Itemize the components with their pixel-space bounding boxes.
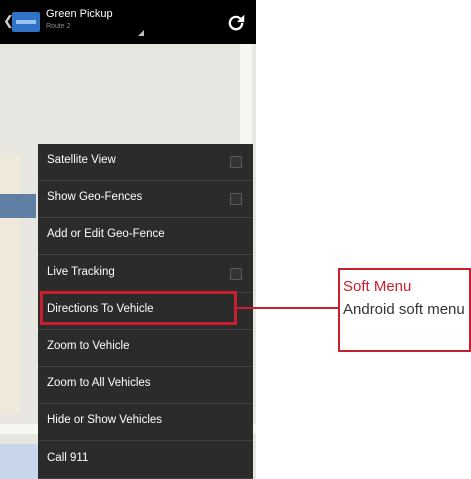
menu-item[interactable]: Satellite View — [38, 144, 253, 181]
menu-item[interactable]: Hide or Show Vehicles — [38, 404, 253, 442]
app-title[interactable]: Green Pickup — [46, 8, 113, 20]
map-marker — [0, 194, 36, 218]
refresh-icon[interactable] — [225, 12, 247, 34]
menu-item-label: Show Geo-Fences — [47, 191, 143, 204]
phone-screen: ❮ Green Pickup Route 2 Satellite View Sho… — [0, 0, 256, 479]
callout-box: Soft Menu Android soft menu — [338, 268, 471, 352]
menu-item-label: Live Tracking — [47, 265, 115, 278]
menu-item[interactable]: Zoom to All Vehicles — [38, 367, 253, 405]
spinner-triangle-icon[interactable] — [138, 30, 144, 36]
menu-item[interactable]: Call 911 — [38, 442, 253, 479]
map-block — [0, 154, 20, 414]
app-subtitle: Route 2 — [46, 23, 71, 30]
app-icon[interactable] — [12, 12, 40, 32]
menu-item[interactable]: Show Geo-Fences — [38, 181, 253, 219]
callout-title: Soft Menu — [343, 278, 412, 295]
menu-item-label: Hide or Show Vehicles — [47, 414, 163, 427]
menu-item-label: Add or Edit Geo-Fence — [47, 228, 165, 241]
map-water — [0, 444, 40, 479]
checkbox[interactable] — [230, 156, 242, 168]
callout-leader-line — [237, 307, 338, 309]
checkbox[interactable] — [230, 193, 242, 206]
chevron-left-icon[interactable]: ❮ — [3, 14, 14, 28]
menu-item[interactable]: Live Tracking — [38, 256, 253, 293]
menu-item-label: Zoom to Vehicle — [47, 340, 130, 352]
highlight-box — [40, 291, 237, 325]
menu-item[interactable]: Add or Edit Geo-Fence — [38, 218, 253, 256]
menu-item-label: Call 911 — [47, 451, 89, 464]
menu-item-label: Satellite View — [47, 154, 116, 166]
action-bar: ❮ Green Pickup Route 2 — [0, 0, 256, 44]
callout-description: Android soft menu — [343, 301, 465, 318]
menu-item-label: Zoom to All Vehicles — [47, 377, 151, 390]
checkbox[interactable] — [230, 267, 242, 280]
menu-item[interactable]: Zoom to Vehicle — [38, 330, 253, 367]
